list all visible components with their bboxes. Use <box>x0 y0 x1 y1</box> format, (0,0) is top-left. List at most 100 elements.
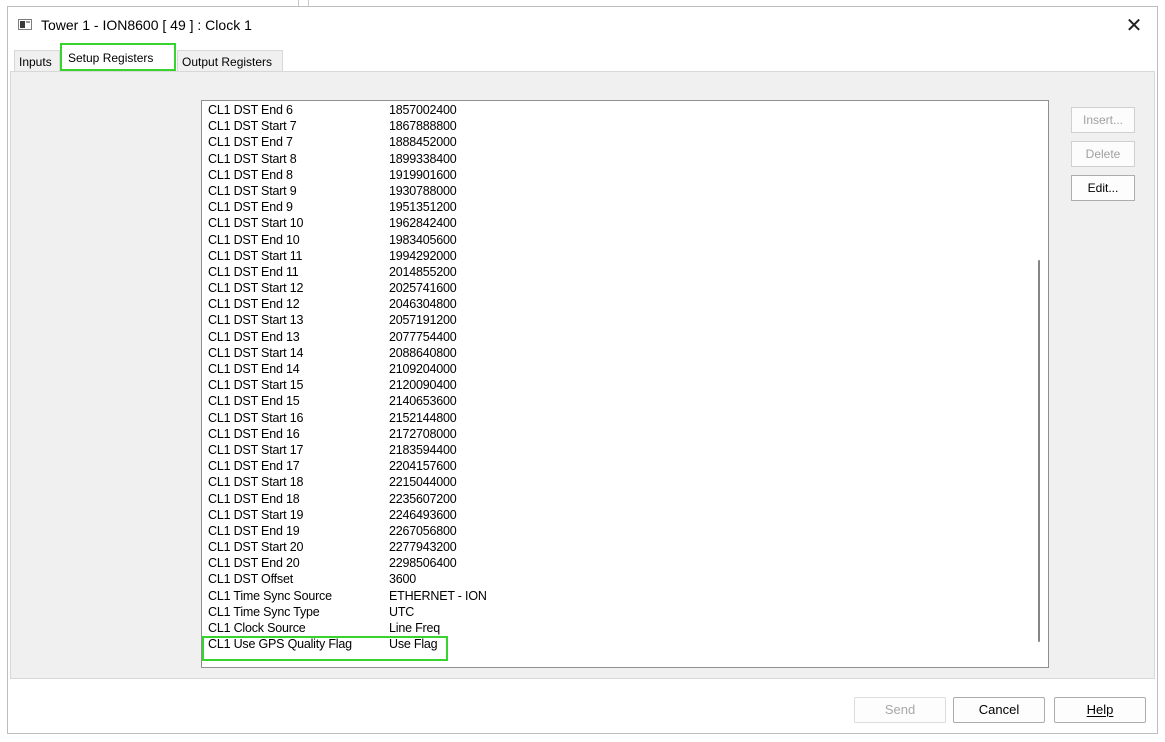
register-value: ETHERNET - ION <box>389 588 487 603</box>
register-value: 2088640800 <box>389 345 457 360</box>
register-value: UTC <box>389 604 415 619</box>
register-name: CL1 DST End 19 <box>208 523 300 538</box>
register-name: CL1 DST Start 15 <box>208 378 304 393</box>
register-value: 2025741600 <box>389 281 457 296</box>
register-name: CL1 DST End 7 <box>208 135 293 150</box>
register-value: 2204157600 <box>389 459 457 474</box>
register-row[interactable]: CL1 DST Start 9 1930788000 <box>208 183 487 199</box>
register-name: CL1 DST End 9 <box>208 200 293 215</box>
register-row[interactable]: CL1 DST Start 8 1899338400 <box>208 151 487 167</box>
cancel-button[interactable]: Cancel <box>953 697 1045 723</box>
register-row[interactable]: CL1 DST End 10 1983405600 <box>208 232 487 248</box>
register-row[interactable]: CL1 DST End 16 2172708000 <box>208 426 487 442</box>
register-name: CL1 DST Start 16 <box>208 410 304 425</box>
register-value: 2298506400 <box>389 556 457 571</box>
tab-setup-registers[interactable]: Setup Registers <box>60 43 176 71</box>
register-row[interactable]: CL1 DST End 13 2077754400 <box>208 329 487 345</box>
register-row[interactable]: CL1 DST End 19 2267056800 <box>208 523 487 539</box>
register-name: CL1 DST Start 18 <box>208 475 304 490</box>
register-row[interactable]: CL1 DST Start 16 2152144800 <box>208 410 487 426</box>
register-row[interactable]: CL1 DST Start 17 2183594400 <box>208 442 487 458</box>
register-row[interactable]: CL1 DST Start 18 2215044000 <box>208 474 487 490</box>
register-value: 1994292000 <box>389 248 457 263</box>
register-row[interactable]: CL1 DST End 12 2046304800 <box>208 296 487 312</box>
clock-setup-dialog: Tower 1 - ION8600 [ 49 ] : Clock 1 ✕ Inp… <box>7 6 1158 734</box>
registers-list[interactable]: CL1 DST End 6 1857002400 CL1 DST Start 7 18… <box>201 100 1049 668</box>
register-value: 2014855200 <box>389 264 457 279</box>
register-row[interactable]: CL1 Clock Source Line Freq <box>208 620 487 636</box>
tab-output-registers[interactable]: Output Registers <box>177 50 283 72</box>
register-row[interactable]: CL1 Time Sync Source ETHERNET - ION <box>208 588 487 604</box>
register-row[interactable]: CL1 DST Start 14 2088640800 <box>208 345 487 361</box>
register-row[interactable]: CL1 DST End 18 2235607200 <box>208 491 487 507</box>
register-value: 2152144800 <box>389 410 457 425</box>
edit-button[interactable]: Edit... <box>1071 175 1135 201</box>
register-value: 2046304800 <box>389 297 457 312</box>
close-icon: ✕ <box>1125 15 1143 37</box>
register-name: CL1 DST End 15 <box>208 394 300 409</box>
register-name: CL1 DST End 16 <box>208 426 300 441</box>
register-row[interactable]: CL1 DST Start 13 2057191200 <box>208 312 487 328</box>
register-name: CL1 DST End 11 <box>208 264 299 279</box>
register-value: 2215044000 <box>389 475 457 490</box>
register-name: CL1 DST End 20 <box>208 556 300 571</box>
register-row[interactable]: CL1 Time Sync Type UTC <box>208 604 487 620</box>
register-name: CL1 DST Start 12 <box>208 281 304 296</box>
title-bar[interactable]: Tower 1 - ION8600 [ 49 ] : Clock 1 ✕ <box>8 7 1157 44</box>
vertical-scrollbar-thumb[interactable] <box>1038 260 1040 642</box>
register-row[interactable]: CL1 DST End 7 1888452000 <box>208 134 487 150</box>
registers-rows: CL1 DST End 6 1857002400 CL1 DST Start 7 18… <box>208 102 487 652</box>
register-name: CL1 DST End 8 <box>208 167 293 182</box>
register-row[interactable]: CL1 DST Start 10 1962842400 <box>208 215 487 231</box>
help-button-label: Help <box>1086 702 1114 717</box>
register-value: 1930788000 <box>389 183 457 198</box>
register-value: 2109204000 <box>389 362 457 376</box>
register-value: 1951351200 <box>389 200 457 215</box>
register-value: 2077754400 <box>389 329 457 344</box>
register-row[interactable]: CL1 DST End 9 1951351200 <box>208 199 487 215</box>
register-value: 2246493600 <box>389 507 457 522</box>
register-row[interactable]: CL1 DST Start 12 2025741600 <box>208 280 487 296</box>
register-row[interactable]: CL1 DST End 8 1919901600 <box>208 167 487 183</box>
window-title: Tower 1 - ION8600 [ 49 ] : Clock 1 <box>41 17 252 33</box>
register-row[interactable]: CL1 DST Start 20 2277943200 <box>208 539 487 555</box>
send-button[interactable]: Send <box>854 697 946 723</box>
register-name: CL1 DST End 6 <box>208 103 293 117</box>
register-value: 2267056800 <box>389 523 457 538</box>
register-value: 3600 <box>389 572 417 587</box>
register-row[interactable]: CL1 DST End 20 2298506400 <box>208 555 487 571</box>
register-value: 2183594400 <box>389 442 457 457</box>
register-row[interactable]: CL1 DST End 6 1857002400 <box>208 102 487 118</box>
delete-button[interactable]: Delete <box>1071 141 1135 167</box>
help-button[interactable]: Help <box>1054 697 1146 723</box>
register-row[interactable]: CL1 DST End 15 2140653600 <box>208 393 487 409</box>
register-name: CL1 DST Start 11 <box>208 248 303 263</box>
register-name: CL1 DST End 12 <box>208 297 300 312</box>
register-value: 2235607200 <box>389 491 457 506</box>
register-row[interactable]: CL1 DST End 14 2109204000 <box>208 361 487 377</box>
register-name: CL1 DST Start 20 <box>208 540 304 555</box>
register-name: CL1 DST Start 14 <box>208 345 304 360</box>
register-name: CL1 DST End 14 <box>208 362 300 376</box>
register-row[interactable]: CL1 DST Start 11 1994292000 <box>208 248 487 264</box>
insert-button[interactable]: Insert... <box>1071 107 1135 133</box>
register-name: CL1 DST Start 9 <box>208 183 297 198</box>
register-value: 2172708000 <box>389 426 457 441</box>
register-row[interactable]: CL1 DST End 11 2014855200 <box>208 264 487 280</box>
register-value: 1857002400 <box>389 103 457 117</box>
register-row[interactable]: CL1 DST Start 19 2246493600 <box>208 507 487 523</box>
register-value: 1899338400 <box>389 151 457 166</box>
close-button[interactable]: ✕ <box>1111 7 1157 44</box>
register-row[interactable]: CL1 DST Offset 3600 <box>208 571 487 587</box>
register-name: CL1 DST Start 13 <box>208 313 304 328</box>
setup-registers-panel: CL1 DST End 6 1857002400 CL1 DST Start 7 18… <box>10 71 1155 679</box>
register-value: 1867888800 <box>389 119 457 134</box>
tab-inputs[interactable]: Inputs <box>14 50 60 72</box>
register-row[interactable]: CL1 DST Start 15 2120090400 <box>208 377 487 393</box>
register-name: CL1 DST Start 10 <box>208 216 304 231</box>
register-row[interactable]: CL1 DST Start 7 1867888800 <box>208 118 487 134</box>
register-row[interactable]: CL1 DST End 17 2204157600 <box>208 458 487 474</box>
register-value: 2140653600 <box>389 394 457 409</box>
register-name: CL1 DST Start 7 <box>208 119 297 134</box>
register-value: Line Freq <box>389 621 441 635</box>
